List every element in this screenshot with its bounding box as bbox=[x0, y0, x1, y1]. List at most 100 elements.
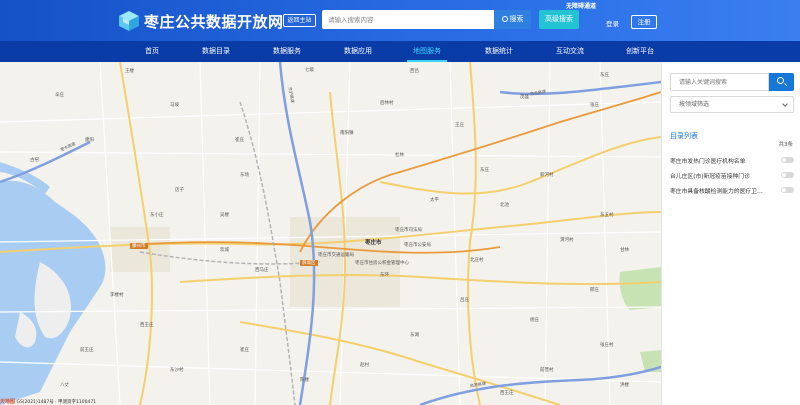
map-place-label: 东场 bbox=[240, 173, 249, 178]
site-header: 无障碍通道 枣庄公共数据开放网 返回主站 搜索 高级搜索 登录 注册 bbox=[0, 0, 800, 41]
map-poi-label: 枣庄市司法局 bbox=[395, 228, 422, 233]
map-place-label: 辛庄 bbox=[55, 93, 64, 98]
nav-item-interaction[interactable]: 互动交流 bbox=[550, 41, 590, 62]
nav-item-data-service[interactable]: 数据服务 bbox=[267, 41, 307, 62]
nav-item-home[interactable]: 首页 bbox=[138, 41, 166, 62]
site-search-input[interactable] bbox=[322, 10, 494, 29]
login-link[interactable]: 登录 bbox=[606, 18, 619, 28]
directory-item[interactable]: 枣庄市具备核酸检测能力的医疗卫生机构 bbox=[670, 186, 794, 196]
map-place-label: 甘林 bbox=[620, 248, 629, 253]
map-place-label: 古窑 bbox=[30, 158, 39, 163]
map-city-label: 枣庄市 bbox=[365, 240, 382, 246]
map-place-label: 李楼村 bbox=[110, 293, 124, 298]
map-place-label: 东小庄 bbox=[150, 213, 164, 218]
map-place-label: 洪楼 bbox=[620, 383, 629, 388]
map-poi-label: 枣庄市公安局 bbox=[404, 243, 431, 248]
map-place-label: 七级 bbox=[305, 68, 314, 73]
map-place-label: 吴楼 bbox=[220, 213, 229, 218]
keyword-search-input[interactable] bbox=[670, 73, 769, 91]
nav-label: 数据服务 bbox=[273, 47, 301, 55]
map-canvas[interactable]: 王楼 七级 西吕 南阳镇 马坡 崔庄 后林村 王庄 茂盛 东庄 张庄 新河村 辛… bbox=[0, 62, 661, 405]
nav-label: 数据目录 bbox=[202, 47, 230, 55]
nav-label: 数据统计 bbox=[485, 47, 513, 55]
map-place-label: 建阳 bbox=[85, 138, 94, 143]
map-place-label: 东庄 bbox=[600, 73, 609, 78]
main-nav: 首页 数据目录 数据服务 数据应用 地图服务 数据统计 互动交流 创新平台 bbox=[0, 41, 800, 62]
map-place-label: 北池 bbox=[500, 203, 509, 208]
map-place-label: 太平 bbox=[430, 198, 439, 203]
site-search-button[interactable]: 搜索 bbox=[494, 10, 531, 29]
site-title: 枣庄公共数据开放网 bbox=[144, 13, 284, 31]
map-place-label: 杨庄 bbox=[530, 318, 539, 323]
map-poi-label: 东环 bbox=[380, 273, 389, 278]
accessible-channel-link[interactable]: 无障碍通道 bbox=[566, 1, 596, 10]
domain-filter-value: 按领域筛选 bbox=[679, 101, 710, 108]
map-license-text: GS(2021)1487号 · 甲测资字1100471 bbox=[16, 400, 97, 405]
map-place-label: 西马庄 bbox=[255, 268, 269, 273]
map-place-label: 张庄村 bbox=[600, 343, 614, 348]
map-place-label: 西吕 bbox=[410, 69, 419, 74]
map-base bbox=[0, 62, 661, 405]
map-place-label: 前营村 bbox=[540, 368, 554, 373]
map-place-label: 吕庄 bbox=[460, 298, 469, 303]
nav-label: 地图服务 bbox=[413, 47, 441, 55]
map-place-label: 东庄 bbox=[480, 168, 489, 173]
search-icon bbox=[777, 77, 784, 84]
directory-item[interactable]: 枣庄市发热门诊医疗机构名单 bbox=[670, 156, 794, 166]
advanced-search-button[interactable]: 高级搜索 bbox=[539, 10, 579, 29]
nav-item-data-statistics[interactable]: 数据统计 bbox=[479, 41, 519, 62]
map-place-label: 店子 bbox=[175, 188, 184, 193]
map-district-marker[interactable]: 滕州市 bbox=[130, 243, 148, 249]
map-place-label: 崔庄 bbox=[240, 348, 249, 353]
map-district-marker[interactable]: 薛城区 bbox=[300, 260, 318, 266]
map-place-label: 东五村 bbox=[600, 213, 614, 218]
map-place-label: 东湖 bbox=[410, 333, 419, 338]
layer-toggle[interactable] bbox=[781, 172, 794, 178]
chevron-down-icon bbox=[782, 101, 788, 107]
map-place-label: 东沙村 bbox=[170, 368, 184, 373]
directory-item-label: 台儿庄区(市)新冠疫苗接种门诊 bbox=[670, 174, 750, 180]
nav-label: 互动交流 bbox=[556, 47, 584, 55]
layer-toggle[interactable] bbox=[781, 157, 794, 163]
back-to-main-site-button[interactable]: 返回主站 bbox=[283, 14, 316, 27]
map-place-label: 王楼 bbox=[125, 69, 134, 74]
search-icon bbox=[501, 16, 508, 22]
map-place-label: 后林村 bbox=[380, 101, 394, 106]
map-attribution: 天地图 GS(2021)1487号 · 甲测资字1100471 bbox=[0, 398, 96, 405]
directory-list-title: 目录列表 bbox=[670, 132, 698, 140]
map-place-label: 王庄 bbox=[455, 123, 464, 128]
map-place-label: 北庄村 bbox=[470, 258, 484, 263]
layer-toggle[interactable] bbox=[781, 187, 794, 193]
search-button-label: 搜索 bbox=[509, 15, 524, 23]
map-place-label: 欢城 bbox=[220, 248, 229, 253]
map-place-label: 西王庄 bbox=[500, 391, 514, 396]
map-directory-panel: 按领域筛选 目录列表 共3条 枣庄市发热门诊医疗机构名单 台儿庄区(市)新冠疫苗… bbox=[661, 62, 800, 405]
nav-item-data-catalog[interactable]: 数据目录 bbox=[196, 41, 236, 62]
directory-item[interactable]: 台儿庄区(市)新冠疫苗接种门诊 bbox=[670, 171, 794, 181]
map-place-label: 赵村 bbox=[360, 363, 369, 368]
domain-filter-select[interactable]: 按领域筛选 bbox=[670, 96, 794, 113]
map-place-label: 八丈 bbox=[60, 383, 69, 388]
map-place-label: 崔庄 bbox=[235, 138, 244, 143]
register-button[interactable]: 注册 bbox=[631, 15, 657, 29]
nav-item-innovation[interactable]: 创新平台 bbox=[620, 41, 660, 62]
logo-cube-icon bbox=[119, 11, 139, 31]
nav-item-map-service[interactable]: 地图服务 bbox=[407, 41, 447, 62]
nav-label: 首页 bbox=[145, 47, 159, 55]
map-place-label: 邢庄 bbox=[590, 288, 599, 293]
map-place-label: 茂盛 bbox=[520, 95, 529, 100]
map-place-label: 马坡 bbox=[170, 103, 179, 108]
nav-item-data-application[interactable]: 数据应用 bbox=[338, 41, 378, 62]
nav-label: 数据应用 bbox=[344, 47, 372, 55]
keyword-search-button[interactable] bbox=[769, 73, 794, 91]
map-place-label: 渭河村 bbox=[560, 238, 574, 243]
map-place-label: 张庄 bbox=[590, 103, 599, 108]
nav-label: 创新平台 bbox=[626, 47, 654, 55]
directory-item-label: 枣庄市具备核酸检测能力的医疗卫生机构 bbox=[670, 189, 768, 195]
map-provider-logo: 天地图 bbox=[0, 399, 16, 405]
map-poi-label: 枣庄市交通运输局 bbox=[318, 253, 354, 258]
directory-count: 共3条 bbox=[778, 142, 794, 148]
map-place-label: 新河村 bbox=[540, 173, 554, 178]
directory-item-label: 枣庄市发热门诊医疗机构名单 bbox=[670, 159, 746, 165]
map-place-label: 西王庄 bbox=[140, 323, 154, 328]
